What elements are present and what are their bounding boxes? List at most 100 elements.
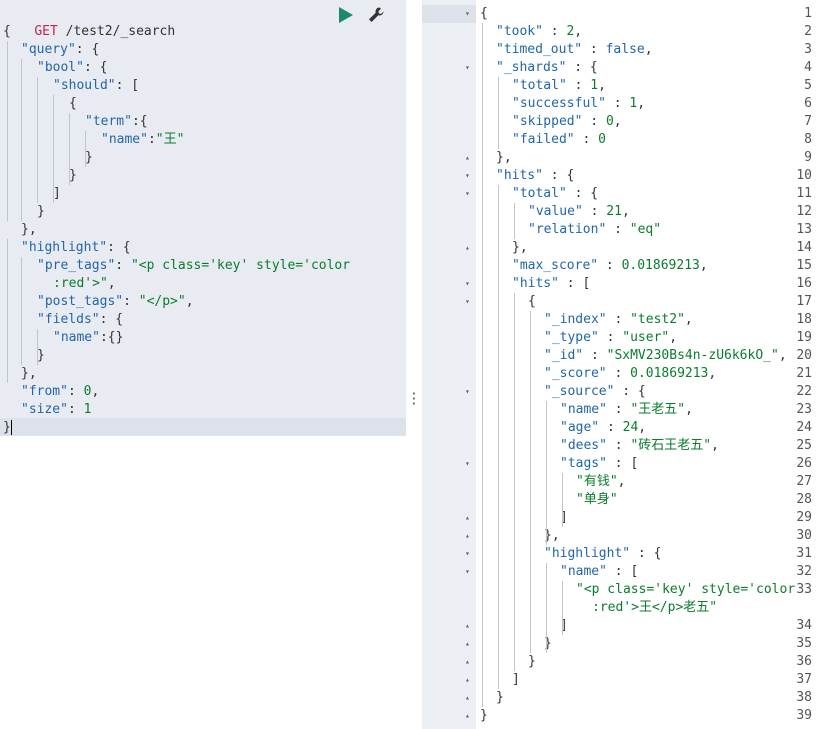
fold-collapse-icon[interactable]: ▾	[465, 563, 470, 581]
line-number: 25	[796, 438, 812, 453]
fold-collapse-icon[interactable]: ▾	[465, 275, 470, 293]
code-token: : {	[630, 546, 662, 561]
request-code-line[interactable]: "pre_tags": "<p class='key' style='color	[37, 257, 350, 275]
request-code-line[interactable]: },	[21, 365, 37, 383]
fold-expand-icon[interactable]: ▴	[465, 239, 470, 257]
request-code-line[interactable]: "fields": {	[37, 311, 123, 329]
indent-guide	[498, 185, 499, 689]
request-code-line[interactable]: "term":{	[85, 113, 148, 131]
request-code-line[interactable]: },	[21, 221, 37, 239]
request-code-line[interactable]: "name":{}	[53, 329, 123, 347]
fold-expand-icon[interactable]: ▴	[465, 617, 470, 635]
fold-collapse-icon[interactable]: ▾	[465, 167, 470, 185]
code-token: :{}	[99, 330, 124, 345]
request-code-line[interactable]: }	[3, 419, 11, 437]
code-token: ,	[778, 348, 787, 363]
line-number: 15	[796, 258, 812, 273]
indent-guide	[562, 473, 563, 527]
response-code-line: "took" : 2,	[496, 23, 582, 41]
fold-collapse-icon[interactable]: ▾	[465, 293, 470, 311]
code-token: },	[21, 222, 37, 237]
request-code-line[interactable]: {	[3, 23, 11, 41]
response-code-line: "age" : 24,	[560, 419, 646, 437]
response-code-line: {	[528, 293, 536, 311]
request-code-line[interactable]: "highlight": {	[21, 239, 131, 257]
line-number: 23	[796, 402, 812, 417]
indent-guide	[530, 311, 531, 653]
code-token: :	[67, 402, 84, 417]
code-token: "_type"	[544, 330, 599, 345]
fold-expand-icon[interactable]: ▴	[465, 509, 470, 527]
code-token: :red'>王</p>老五"	[592, 600, 718, 615]
fold-collapse-icon[interactable]: ▾	[465, 5, 470, 23]
request-path: /test2/_search	[65, 24, 176, 39]
code-token: :	[599, 420, 623, 435]
fold-expand-icon[interactable]: ▴	[465, 671, 470, 689]
fold-expand-icon[interactable]: ▴	[465, 653, 470, 671]
code-token: 0.01869213	[630, 366, 709, 381]
resize-handle-icon[interactable]: · · ·	[410, 388, 418, 411]
code-token: "name"	[53, 330, 100, 345]
request-code-line[interactable]: }	[69, 167, 77, 185]
code-token: :	[598, 330, 623, 345]
request-code-line[interactable]: :red'>",	[53, 275, 116, 293]
code-token: {	[69, 96, 77, 111]
fold-expand-icon[interactable]: ▴	[465, 635, 470, 653]
request-code-line[interactable]: }	[37, 203, 45, 221]
request-code-line[interactable]: "post_tags": "</p>",	[37, 293, 194, 311]
code-token: "_source"	[544, 384, 615, 399]
pane-divider[interactable]	[406, 0, 422, 729]
code-token: "failed"	[512, 132, 575, 147]
fold-collapse-icon[interactable]: ▾	[465, 545, 470, 563]
request-editor-pane[interactable]: GET /test2/_search {"query": {"bool": {"…	[0, 0, 406, 729]
line-number: 29	[796, 510, 812, 525]
code-token: },	[21, 366, 37, 381]
line-number: 9	[804, 150, 812, 165]
request-code-line[interactable]: ]	[53, 185, 61, 203]
code-token: "_id"	[544, 348, 584, 363]
code-token: "_score"	[544, 366, 607, 381]
code-token: }	[69, 168, 77, 183]
indent-guide	[546, 401, 547, 545]
line-number: 4	[804, 60, 812, 75]
request-code-line[interactable]: {	[69, 95, 77, 113]
response-code-line: "hits" : [	[512, 275, 590, 293]
code-token: "total"	[512, 78, 567, 93]
fold-expand-icon[interactable]: ▴	[465, 149, 470, 167]
fold-expand-icon[interactable]: ▴	[465, 707, 470, 725]
code-token: :	[123, 294, 139, 309]
response-code-line: "有钱",	[576, 473, 625, 491]
request-code-line[interactable]: "size": 1	[21, 401, 91, 419]
request-code-line[interactable]: }	[37, 347, 45, 365]
request-code-line[interactable]: "bool": {	[37, 59, 107, 77]
request-code-line[interactable]: "query": {	[21, 41, 99, 59]
request-code-line[interactable]: }	[85, 149, 93, 167]
response-code-line: "timed_out" : false,	[496, 41, 653, 59]
code-token: :	[606, 402, 631, 417]
code-token: }	[3, 420, 11, 435]
run-request-button[interactable]	[336, 5, 356, 25]
fold-expand-icon[interactable]: ▴	[465, 689, 470, 707]
fold-collapse-icon[interactable]: ▾	[465, 59, 470, 77]
code-token: : {	[99, 312, 124, 327]
code-token: 0	[598, 132, 606, 147]
fold-collapse-icon[interactable]: ▾	[465, 455, 470, 473]
line-number: 31	[796, 546, 812, 561]
code-token: "size"	[21, 402, 68, 417]
code-token: "name"	[560, 402, 607, 417]
request-code-line[interactable]: "should": [	[53, 77, 139, 95]
fold-collapse-icon[interactable]: ▾	[465, 185, 470, 203]
fold-collapse-icon[interactable]: ▾	[465, 383, 470, 401]
code-token: ,	[107, 276, 116, 291]
settings-button[interactable]	[366, 5, 386, 25]
code-token: ,	[685, 402, 693, 417]
request-code-line[interactable]: "from": 0,	[21, 383, 99, 401]
code-token: "name"	[101, 132, 148, 147]
fold-expand-icon[interactable]: ▴	[465, 527, 470, 545]
line-number: 18	[796, 312, 812, 327]
line-number: 39	[796, 708, 812, 723]
code-token: "hits"	[512, 276, 559, 291]
request-line[interactable]: GET /test2/_search	[3, 5, 175, 39]
request-code-line[interactable]: "name":"王"	[101, 131, 184, 149]
response-viewer-pane[interactable]: 1 ▾ {2 "took" : 2, 3 "timed_out" : false, 4 ▾ "_…	[422, 0, 824, 729]
